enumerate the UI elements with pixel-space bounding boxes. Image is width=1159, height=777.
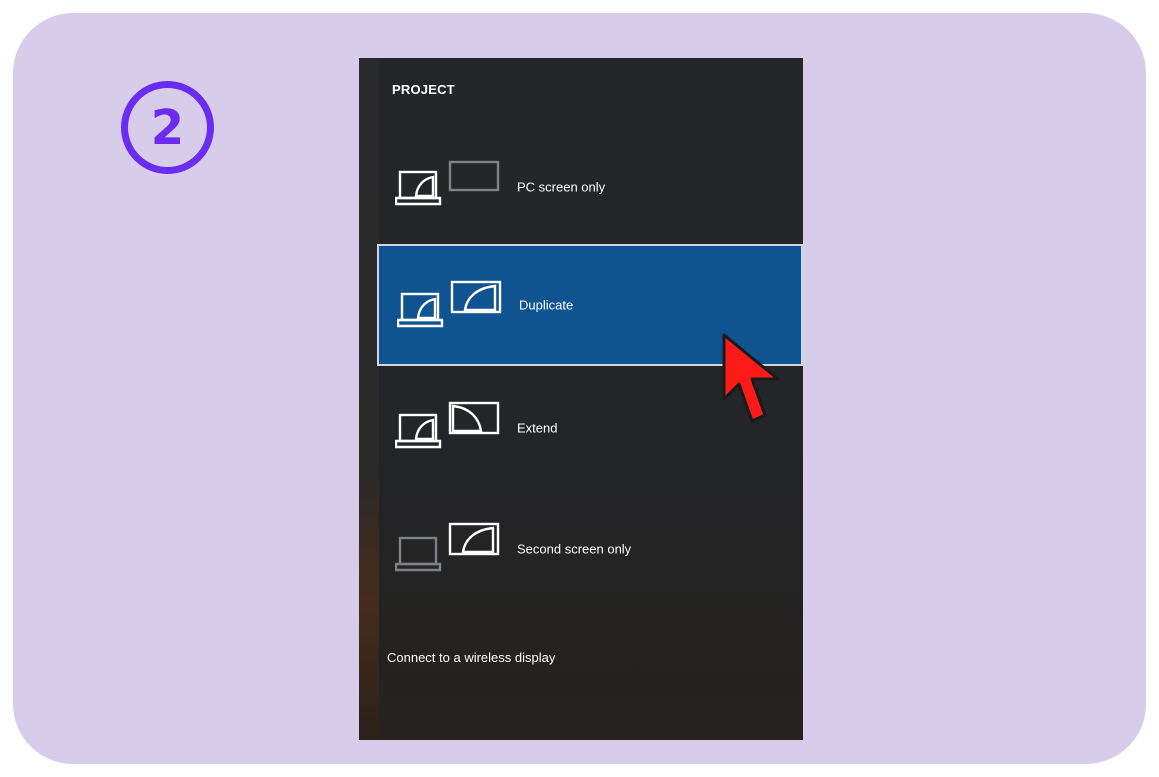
option-label: Second screen only — [517, 541, 632, 557]
panel-title: PROJECT — [392, 82, 455, 97]
option-label: Extend — [517, 420, 558, 436]
option-label: Duplicate — [519, 297, 574, 313]
dimmed-laptop-active-monitor-icon — [395, 522, 500, 572]
option-pc-screen-only[interactable]: PC screen only — [377, 126, 803, 248]
option-label: PC screen only — [517, 179, 606, 195]
laptop-mirrored-monitor-icon — [397, 280, 502, 328]
panel-edge — [359, 58, 379, 740]
step-number: 2 — [150, 99, 185, 156]
option-second-screen-only[interactable]: Second screen only — [377, 488, 803, 610]
connect-wireless-display-link[interactable]: Connect to a wireless display — [387, 650, 555, 665]
mouse-pointer-icon — [722, 333, 780, 423]
step-number-badge: 2 — [121, 81, 214, 174]
laptop-extended-monitor-icon — [395, 401, 500, 449]
laptop-with-empty-monitor-icon — [395, 160, 500, 206]
